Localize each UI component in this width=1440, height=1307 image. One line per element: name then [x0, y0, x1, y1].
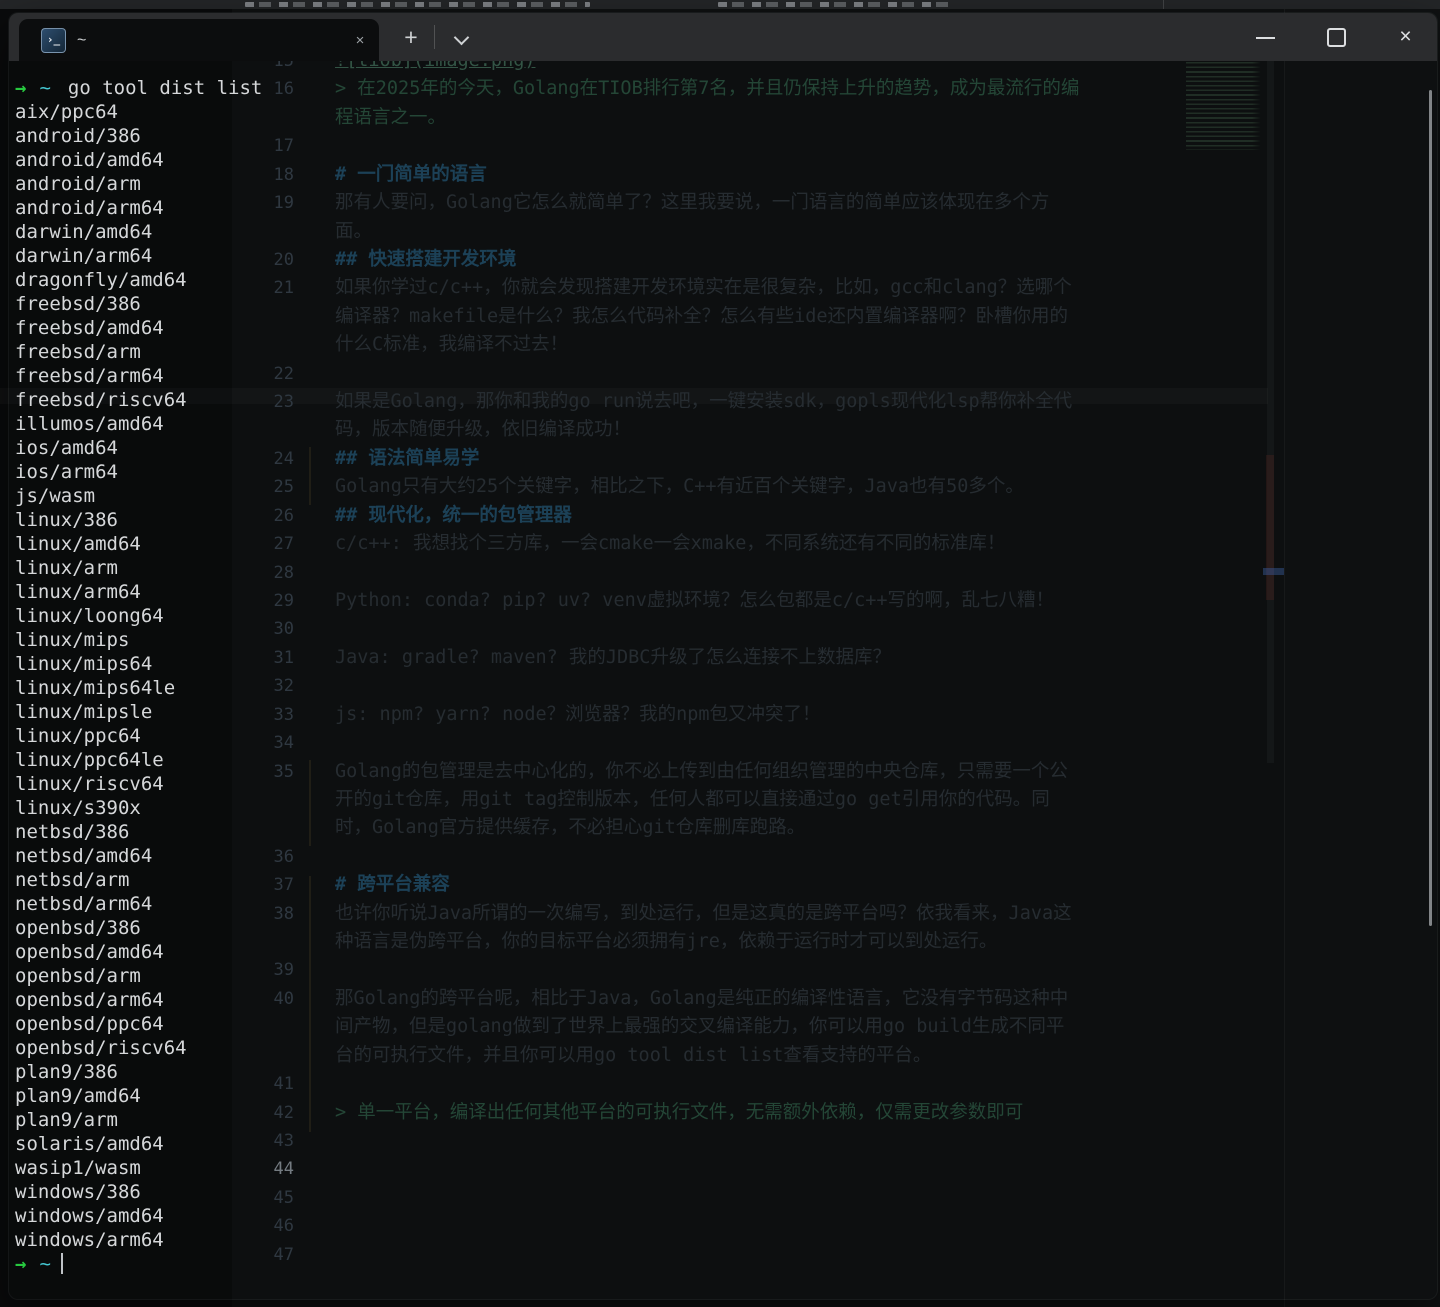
- terminal-command-line: → ~ go tool dist list: [15, 76, 262, 100]
- terminal-output-line: linux/loong64: [15, 604, 164, 628]
- terminal-prompt-line: →~: [15, 1252, 63, 1276]
- terminal-output-line: android/386: [15, 124, 141, 148]
- terminal-output-line: darwin/arm64: [15, 244, 152, 268]
- terminal-output-line: wasip1/wasm: [15, 1156, 141, 1180]
- clipped-text-fragment: [245, 2, 590, 7]
- close-button[interactable]: ×: [1382, 13, 1429, 61]
- clipped-window-top-edge: [0, 0, 1440, 9]
- terminal-output-line: linux/mips64le: [15, 676, 175, 700]
- terminal-cursor: [61, 1253, 63, 1274]
- terminal-output-line: windows/amd64: [15, 1204, 164, 1228]
- clipped-divider: [1163, 0, 1164, 9]
- tab-dropdown-button[interactable]: [443, 19, 479, 55]
- terminal-output-line: plan9/arm: [15, 1108, 118, 1132]
- terminal-output-line: windows/386: [15, 1180, 141, 1204]
- terminal-output-line: plan9/amd64: [15, 1084, 141, 1108]
- prompt-path: ~: [39, 1253, 50, 1275]
- titlebar-separator: [434, 25, 435, 49]
- terminal-output-line: freebsd/amd64: [15, 316, 164, 340]
- terminal-output-line: linux/s390x: [15, 796, 141, 820]
- maximize-button[interactable]: [1312, 13, 1359, 61]
- terminal-output-line: netbsd/arm64: [15, 892, 152, 916]
- terminal-output-line: linux/386: [15, 508, 118, 532]
- terminal-output-line: android/arm: [15, 172, 141, 196]
- terminal-output-line: linux/riscv64: [15, 772, 164, 796]
- terminal-output-line: darwin/amd64: [15, 220, 152, 244]
- terminal-output-line: ios/arm64: [15, 460, 118, 484]
- maximize-icon: [1327, 28, 1346, 47]
- minimize-button[interactable]: [1242, 13, 1289, 61]
- terminal-output-line: openbsd/riscv64: [15, 1036, 187, 1060]
- close-icon: ×: [1382, 13, 1429, 61]
- terminal-output-line: freebsd/386: [15, 292, 141, 316]
- new-tab-button[interactable]: +: [393, 19, 429, 55]
- terminal-output-line: windows/arm64: [15, 1228, 164, 1252]
- terminal-output-line: solaris/amd64: [15, 1132, 164, 1156]
- prompt-path: ~: [39, 77, 50, 99]
- terminal-output-line: netbsd/arm: [15, 868, 129, 892]
- terminal-scrollbar-thumb[interactable]: [1429, 90, 1432, 926]
- terminal-output-line: linux/amd64: [15, 532, 141, 556]
- terminal-output-line: freebsd/riscv64: [15, 388, 187, 412]
- terminal-titlebar[interactable]: ›_ ~ × + ×: [9, 13, 1437, 61]
- terminal-output-line: plan9/386: [15, 1060, 118, 1084]
- terminal-output-line: android/arm64: [15, 196, 164, 220]
- command-text: go tool dist list: [68, 77, 262, 99]
- terminal-tab[interactable]: ›_ ~ ×: [19, 19, 379, 61]
- terminal-output-line: linux/ppc64: [15, 724, 141, 748]
- terminal-output-line: openbsd/arm64: [15, 988, 164, 1012]
- terminal-output-line: ios/amd64: [15, 436, 118, 460]
- screen: { "window": { "tab_title": "~", "tab_clo…: [0, 0, 1440, 1307]
- terminal-output-line: linux/ppc64le: [15, 748, 164, 772]
- terminal-output-line: linux/arm: [15, 556, 118, 580]
- terminal-output-line: openbsd/amd64: [15, 940, 164, 964]
- terminal-output-line: netbsd/386: [15, 820, 129, 844]
- terminal-output-line: freebsd/arm: [15, 340, 141, 364]
- terminal-output-line: android/amd64: [15, 148, 164, 172]
- terminal-window: ›_ ~ × + × →~go tool dist listaix/ppc64a…: [8, 12, 1438, 1300]
- prompt-arrow: →: [15, 77, 26, 99]
- prompt-arrow: →: [15, 1253, 26, 1275]
- terminal-output-line: linux/arm64: [15, 580, 141, 604]
- terminal-output-line: openbsd/ppc64: [15, 1012, 164, 1036]
- terminal-output-line: dragonfly/amd64: [15, 268, 187, 292]
- clipped-text-fragment: [718, 2, 950, 7]
- chevron-down-icon: [454, 30, 470, 46]
- terminal-output-line: illumos/amd64: [15, 412, 164, 436]
- terminal-output-line: linux/mipsle: [15, 700, 152, 724]
- terminal-output-line: freebsd/arm64: [15, 364, 164, 388]
- terminal-tab-title: ~: [77, 19, 86, 61]
- terminal-output-line: js/wasm: [15, 484, 95, 508]
- terminal-output-line: linux/mips: [15, 628, 129, 652]
- terminal-output-line: openbsd/386: [15, 916, 141, 940]
- tab-close-button[interactable]: ×: [341, 19, 379, 61]
- terminal-output-line: aix/ppc64: [15, 100, 118, 124]
- terminal-output-line: linux/mips64: [15, 652, 152, 676]
- minimize-icon: [1256, 37, 1275, 39]
- terminal-output-line: openbsd/arm: [15, 964, 141, 988]
- terminal-output-area[interactable]: →~go tool dist listaix/ppc64android/386a…: [9, 61, 1437, 1299]
- terminal-output-line: netbsd/amd64: [15, 844, 152, 868]
- powershell-icon: ›_: [41, 28, 66, 53]
